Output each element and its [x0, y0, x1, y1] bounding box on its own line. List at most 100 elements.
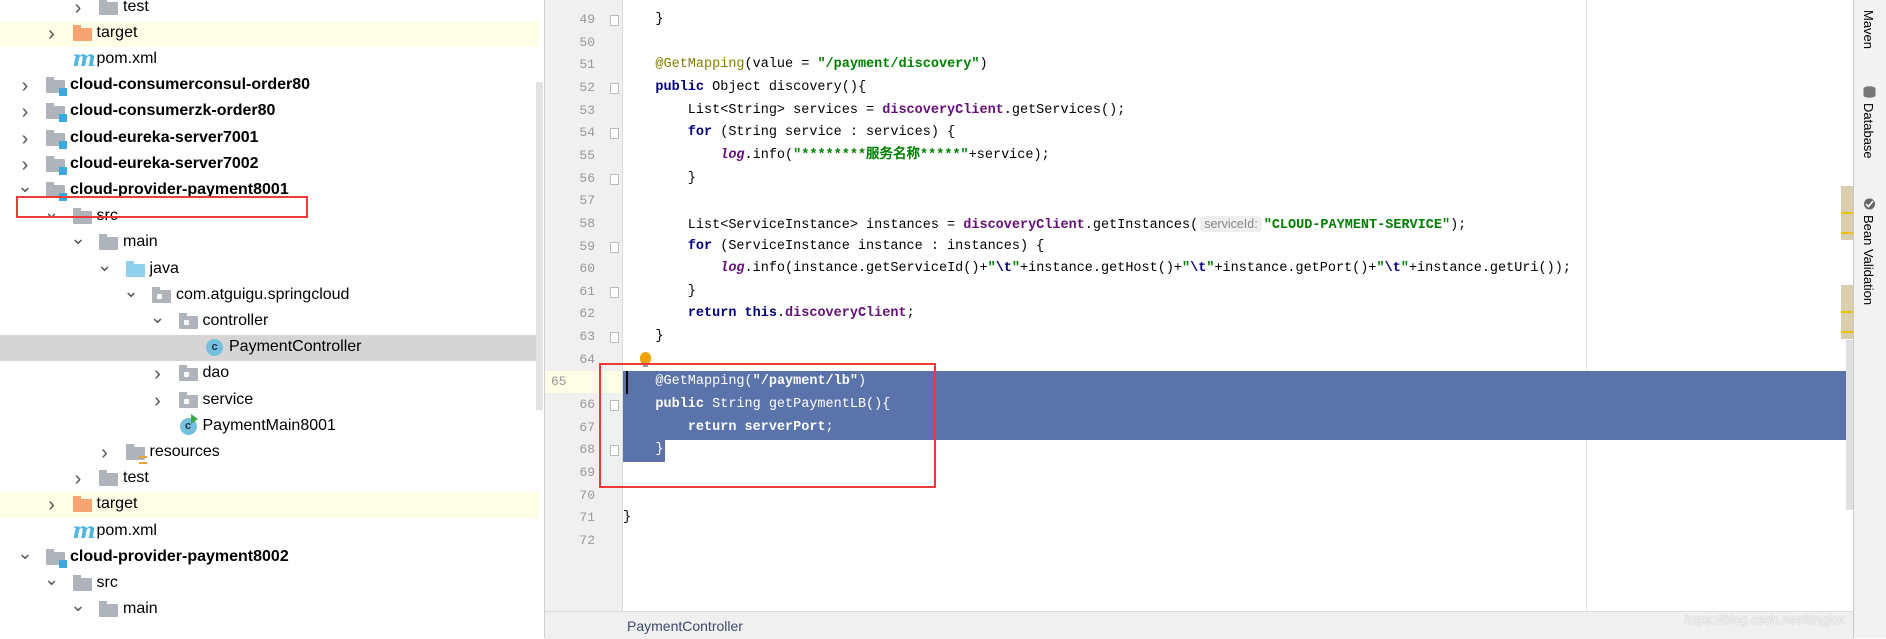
chevron-right-icon[interactable]: ›: [96, 443, 114, 463]
tree-item[interactable]: › cloud-eureka-server7002: [0, 152, 538, 178]
tree-item[interactable]: ⌄ main: [0, 596, 538, 623]
line-number: 56: [579, 170, 595, 186]
chevron-down-icon[interactable]: ⌄: [43, 570, 61, 588]
tree-item[interactable]: › cloud-eureka-server7001: [0, 126, 538, 152]
tree-item[interactable]: › service: [0, 388, 538, 414]
line-number: 72: [579, 532, 595, 548]
code-token: "/payment/discovery": [817, 57, 980, 73]
code-line: log.info(instance.getServiceId()+"\t"+in…: [623, 258, 1571, 281]
fold-marker-icon[interactable]: [610, 445, 619, 457]
fold-marker-icon[interactable]: [610, 82, 619, 94]
tree-item[interactable]: › target: [0, 492, 538, 519]
chevron-down-icon[interactable]: ⌄: [16, 177, 34, 195]
fold-marker-icon[interactable]: [610, 173, 619, 185]
chevron-right-icon[interactable]: ›: [16, 102, 34, 122]
line-number: 54: [579, 125, 595, 141]
tree-item[interactable]: m pom.xml: [0, 47, 538, 73]
tree-item[interactable]: › resources: [0, 440, 538, 466]
folder-icon: [99, 234, 119, 252]
maven-icon: m: [72, 517, 96, 544]
code-token: return: [687, 419, 737, 435]
error-stripe-marker[interactable]: [1841, 285, 1853, 339]
tree-item[interactable]: ⌄ src: [0, 570, 538, 597]
chevron-down-icon[interactable]: ⌄: [69, 229, 87, 247]
tree-item[interactable]: c PaymentController: [0, 335, 538, 362]
intention-bulb-icon[interactable]: [640, 351, 651, 367]
chevron-down-icon[interactable]: ⌄: [149, 308, 167, 326]
project-tree-scrollbar[interactable]: [536, 82, 543, 410]
tree-item[interactable]: ⌄ java: [0, 256, 538, 283]
line-number: 65: [545, 371, 622, 394]
tree-item[interactable]: ⌄ cloud-provider-payment8002: [0, 544, 538, 571]
fold-marker-icon[interactable]: [610, 332, 619, 344]
code-token: discoveryClient: [785, 306, 907, 322]
line-number: 64: [579, 351, 595, 367]
chevron-right-icon[interactable]: ›: [16, 76, 34, 96]
text-caret: [626, 371, 628, 395]
fold-marker-icon[interactable]: [610, 15, 619, 26]
tool-window-bean-validation[interactable]: Bean Validation: [1861, 215, 1876, 305]
tree-item[interactable]: › cloud-consumerzk-order80: [0, 99, 538, 125]
tree-item[interactable]: › dao: [0, 361, 538, 387]
tree-item-label: pom.xml: [96, 49, 157, 67]
chevron-down-icon[interactable]: ⌄: [122, 282, 140, 300]
chevron-right-icon[interactable]: ›: [16, 129, 34, 149]
package-icon: [178, 391, 199, 410]
fold-marker-icon[interactable]: [610, 286, 619, 298]
code-line: }: [623, 281, 696, 304]
tool-window-maven[interactable]: Maven: [1861, 10, 1876, 49]
fold-marker-icon[interactable]: [610, 241, 619, 253]
chevron-right-icon[interactable]: ›: [149, 364, 167, 384]
code-token: discoveryClient: [963, 217, 1085, 233]
tree-item[interactable]: › target: [0, 20, 538, 47]
code-token: ": [1011, 261, 1020, 277]
code-line: for (String service : services) {: [623, 122, 955, 145]
tree-item[interactable]: ⌄ src: [0, 203, 538, 230]
code-line: List<ServiceInstance> instances = discov…: [623, 213, 1466, 236]
chevron-down-icon[interactable]: ⌄: [43, 203, 61, 221]
tree-item[interactable]: › cloud-consumerconsul-order80: [0, 73, 538, 99]
chevron-right-icon[interactable]: ›: [16, 155, 34, 175]
tree-item-label: test: [123, 0, 149, 15]
tool-window-database[interactable]: Database: [1861, 103, 1876, 159]
module-icon: [46, 129, 67, 149]
spring-boot-class-icon: c: [179, 413, 199, 436]
chevron-right-icon[interactable]: ›: [69, 0, 87, 18]
line-number: 51: [579, 57, 595, 73]
package-icon: [152, 286, 172, 305]
chevron-down-icon[interactable]: ⌄: [69, 596, 87, 614]
editor-scrollbar[interactable]: [1846, 340, 1853, 510]
tree-item[interactable]: ⌄ main: [0, 229, 538, 256]
tree-item[interactable]: c PaymentMain8001: [0, 413, 538, 440]
tree-item[interactable]: › test: [0, 466, 538, 492]
chevron-right-icon[interactable]: ›: [69, 469, 87, 489]
tree-item[interactable]: ⌄ cloud-provider-payment8001: [0, 177, 538, 204]
line-number: 55: [579, 147, 595, 163]
tree-item[interactable]: ⌄ controller: [0, 308, 538, 335]
editor-breadcrumb-bar: PaymentController: [545, 611, 1853, 639]
breadcrumb-class[interactable]: PaymentController: [627, 618, 743, 634]
tree-item[interactable]: ⌄ com.atguigu.springcloud: [0, 282, 538, 309]
chevron-right-icon[interactable]: ›: [149, 391, 167, 411]
line-number: 49: [579, 12, 595, 27]
code-line: List<String> services = discoveryClient.…: [623, 100, 1126, 123]
chevron-right-icon[interactable]: ›: [43, 24, 61, 44]
chevron-right-icon[interactable]: ›: [43, 495, 61, 515]
code-token: .info(instance.getServiceId()+: [744, 261, 988, 277]
tree-item[interactable]: m pom.xml: [0, 519, 538, 545]
tree-item-label: test: [123, 469, 149, 487]
code-editor[interactable]: } @GetMapping(value = "/payment/discover…: [623, 0, 1853, 611]
chevron-down-icon[interactable]: ⌄: [96, 256, 114, 274]
folder-icon: [72, 574, 93, 593]
tree-item[interactable]: › test: [0, 0, 538, 21]
line-number: 57: [579, 193, 595, 209]
tree-item-label: target: [96, 495, 138, 513]
fold-marker-icon[interactable]: [610, 400, 619, 412]
fold-marker-icon[interactable]: [610, 128, 619, 140]
chevron-down-icon[interactable]: ⌄: [16, 544, 34, 562]
error-stripe-marker[interactable]: [1841, 186, 1853, 240]
code-token: serverPort: [744, 419, 826, 435]
